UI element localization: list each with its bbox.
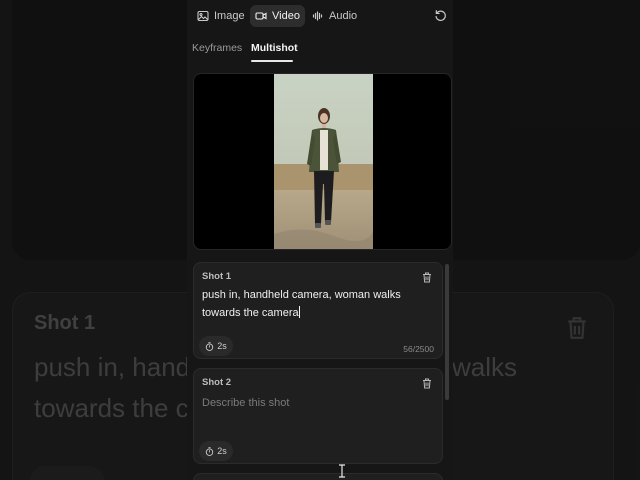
shot-card-3[interactable] [193,473,443,480]
duration-value: 2s [217,341,227,351]
generation-panel: Image Video Audio Keyframes Multishot Sh… [187,0,453,480]
shot-card-1[interactable]: Shot 1 push in, handheld camera, woman w… [193,262,443,359]
mode-audio-label: Audio [329,10,358,22]
video-preview[interactable] [193,73,452,250]
scrollbar[interactable] [445,264,449,400]
trash-icon[interactable] [422,272,432,283]
mode-video-button[interactable]: Video [250,5,305,27]
reset-icon[interactable] [434,9,447,22]
shot-prompt-input[interactable]: push in, handheld camera, woman walks to… [202,287,430,322]
duration-value: 2s [217,446,227,456]
text-caret [298,305,300,318]
mode-bar: Image Video Audio [187,0,453,32]
mode-image-button[interactable]: Image [192,5,250,27]
active-tab-indicator [251,60,293,62]
tab-multishot[interactable]: Multishot [251,42,298,54]
shot-prompt-placeholder[interactable]: Describe this shot [202,397,289,409]
video-icon [255,12,267,20]
mode-video-label: Video [272,10,300,22]
timer-icon [206,341,214,351]
audio-icon [312,11,323,21]
mode-image-label: Image [214,10,245,22]
duration-button[interactable]: 2s [199,336,233,356]
character-count: 56/2500 [403,344,434,354]
timer-icon [206,446,214,456]
tab-keyframes[interactable]: Keyframes [192,42,242,54]
trash-icon[interactable] [422,378,432,389]
shot-title: Shot 1 [202,271,232,282]
shot-prompt-text: push in, handheld camera, woman walks to… [202,289,401,319]
mode-audio-button[interactable]: Audio [307,5,362,27]
text-cursor-icon [339,464,345,478]
tab-bar: Keyframes Multishot [187,38,453,62]
duration-button[interactable]: 2s [199,441,233,461]
preview-frame-image [274,74,373,249]
shot-title: Shot 2 [202,377,232,388]
shot-card-2[interactable]: Shot 2 Describe this shot 2s [193,368,443,464]
image-icon [197,10,209,22]
